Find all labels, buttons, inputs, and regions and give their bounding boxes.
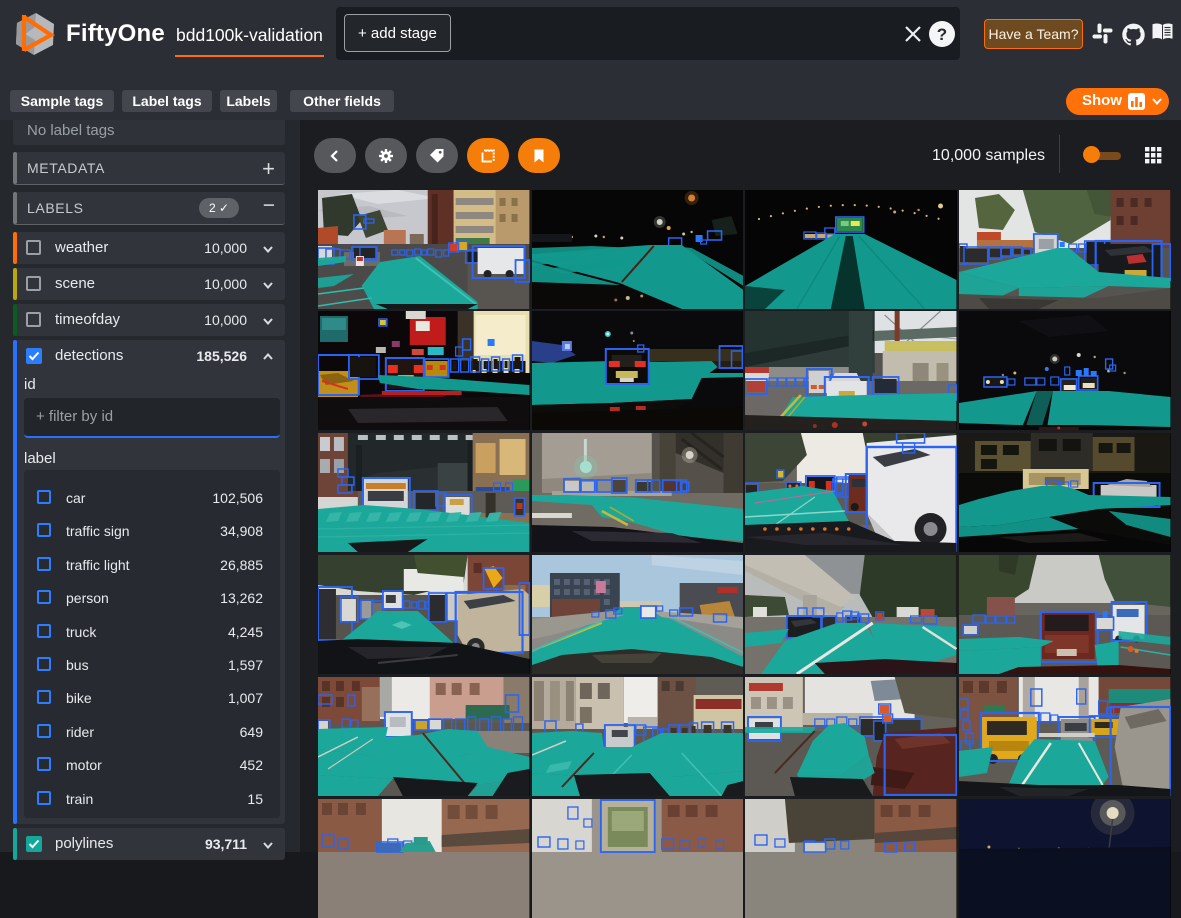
svg-text:?: ? bbox=[937, 25, 947, 44]
